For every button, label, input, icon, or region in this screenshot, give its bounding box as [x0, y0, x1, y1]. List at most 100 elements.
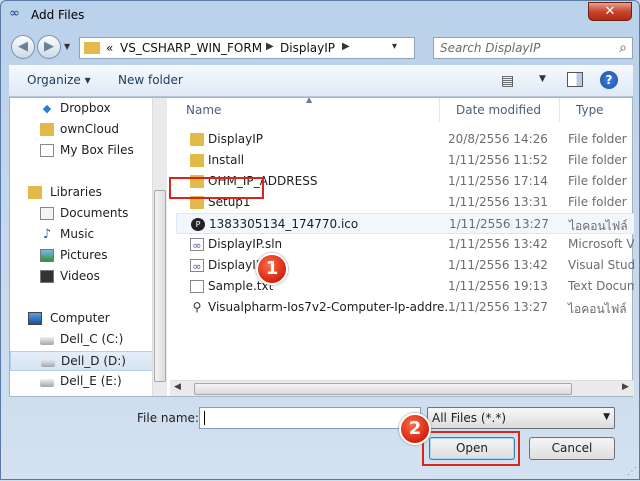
file-type-filter[interactable]: All Files (*.*) ▼: [427, 407, 615, 429]
file-type: Visual Studio: [568, 258, 634, 272]
recent-locations-dropdown[interactable]: ▼: [64, 42, 70, 51]
folder-icon: [190, 133, 204, 146]
scrollbar-thumb[interactable]: [154, 190, 166, 382]
nav-item-label: My Box Files: [60, 143, 134, 157]
back-button[interactable]: ◀: [11, 35, 35, 59]
file-name-label: File name:: [137, 411, 199, 425]
file-date: 1/11/2556 13:27: [449, 217, 549, 231]
dialog-title: Add Files: [31, 8, 85, 22]
file-date: 20/8/2556 14:26: [448, 132, 548, 146]
column-label: Name: [186, 103, 222, 117]
file-row[interactable]: Install 1/11/2556 11:52 File folder: [176, 150, 634, 171]
folder-icon: [190, 154, 204, 167]
address-separator[interactable]: ▶: [342, 41, 350, 52]
scroll-right-icon[interactable]: ▶: [622, 382, 629, 392]
nav-item-pictures[interactable]: Pictures: [10, 246, 154, 266]
search-icon[interactable]: ⌕: [619, 40, 627, 56]
preview-pane-icon[interactable]: [567, 72, 583, 87]
nav-item-drive-d[interactable]: Dell_D (D:): [10, 351, 154, 371]
change-view-icon[interactable]: ▤: [501, 73, 514, 89]
file-name: Install: [208, 153, 245, 167]
nav-item-computer[interactable]: Computer: [10, 309, 154, 329]
nav-item-drive-c[interactable]: Dell_C (C:): [10, 330, 154, 350]
nav-item-dropbox[interactable]: ◆ Dropbox: [10, 99, 154, 119]
scroll-left-icon[interactable]: ◀: [174, 382, 181, 392]
address-separator[interactable]: ▶: [266, 41, 274, 52]
file-type: File folder: [568, 195, 627, 209]
add-files-dialog: ∞ Add Files ✕ ◀ ▶ ▼ « VS_CSHARP_WIN_FORM…: [0, 0, 640, 480]
horizontal-scrollbar[interactable]: ◀ ▶: [170, 380, 634, 396]
column-header-name[interactable]: Name ▲: [170, 98, 440, 122]
documents-icon: [40, 207, 54, 220]
file-row[interactable]: ⚲ Visualpharm-Ios7v2-Computer-Ip-addre..…: [176, 297, 634, 318]
nav-item-label: ownCloud: [60, 122, 120, 136]
nav-item-drive-e[interactable]: Dell_E (E:): [10, 372, 154, 392]
view-dropdown-icon[interactable]: ▼: [539, 74, 546, 84]
search-box[interactable]: Search DisplayIP ⌕: [433, 37, 633, 59]
file-date: 1/11/2556 13:27: [448, 300, 548, 314]
resize-grip-icon[interactable]: ⋰: [627, 466, 637, 477]
file-row[interactable]: DisplayIP 20/8/2556 14:26 File folder: [176, 129, 634, 150]
nav-item-videos[interactable]: Videos: [10, 267, 154, 287]
file-name-input[interactable]: [199, 407, 421, 429]
column-header-date-modified[interactable]: Date modified: [440, 98, 560, 122]
sln-file-icon: ∞: [190, 238, 204, 252]
file-date: 1/11/2556 11:52: [448, 153, 548, 167]
nav-item-documents[interactable]: Documents: [10, 204, 154, 224]
organize-button[interactable]: Organize ▾: [27, 73, 91, 87]
address-bar[interactable]: « VS_CSHARP_WIN_FORM ▶ DisplayIP ▶ ▾ ⇆: [79, 37, 488, 59]
address-overflow[interactable]: «: [106, 41, 113, 55]
address-dropdown-icon[interactable]: ▾: [392, 41, 397, 52]
nav-item-label: Dell_D (D:): [61, 354, 126, 368]
chevron-down-icon: ▼: [603, 412, 610, 422]
drive-icon: [40, 379, 54, 387]
nav-item-my-box-files[interactable]: My Box Files: [10, 141, 154, 161]
file-type: Text Docum: [568, 279, 634, 293]
file-type: Microsoft Vis: [568, 237, 634, 251]
nav-item-music[interactable]: ♪ Music: [10, 225, 154, 245]
address-segment-current[interactable]: DisplayIP: [280, 41, 335, 55]
search-input[interactable]: Search DisplayIP: [440, 41, 540, 55]
command-toolbar: Organize ▾ New folder ▤ ▼ ?: [9, 65, 633, 97]
cancel-button[interactable]: Cancel: [529, 437, 615, 460]
file-name: DisplayIP: [208, 258, 264, 272]
nav-item-label: Dell_C (C:): [60, 332, 124, 346]
new-folder-button[interactable]: New folder: [118, 73, 183, 87]
file-date: 1/11/2556 13:42: [448, 237, 548, 251]
help-icon[interactable]: ?: [600, 71, 618, 89]
file-name: 1383305134_174770.ico: [209, 217, 359, 231]
file-date: 1/11/2556 19:13: [448, 279, 548, 293]
file-type: File folder: [568, 132, 627, 146]
file-row[interactable]: ∞ DisplayIP.sln 1/11/2556 13:42 Microsof…: [176, 234, 634, 255]
file-type: ไอคอนไฟล์: [568, 302, 627, 316]
navigation-scrollbar[interactable]: [152, 98, 167, 396]
file-type: File folder: [568, 174, 627, 188]
file-row[interactable]: ∞ DisplayIP 1/11/2556 13:42 Visual Studi…: [176, 255, 634, 276]
nav-item-label: Videos: [60, 269, 100, 283]
nav-item-label: Pictures: [60, 248, 108, 262]
file-row[interactable]: P 1383305134_174770.ico 1/11/2556 13:27 …: [176, 213, 634, 234]
scrollbar-thumb[interactable]: [194, 383, 572, 395]
title-bar[interactable]: ∞ Add Files ✕: [1, 1, 639, 31]
vs-file-icon: ∞: [190, 259, 204, 273]
nav-item-label: Documents: [60, 206, 129, 220]
address-segment-parent[interactable]: VS_CSHARP_WIN_FORM: [120, 41, 262, 55]
file-type: File folder: [568, 153, 627, 167]
drive-icon: [40, 337, 54, 345]
nav-item-libraries[interactable]: Libraries: [10, 183, 154, 203]
file-name: DisplayIP: [208, 132, 264, 146]
ico-file-icon: P: [191, 218, 205, 231]
document-icon: [40, 144, 54, 157]
column-label: Date modified: [456, 103, 542, 117]
pictures-icon: [40, 249, 54, 262]
browser-content: ◆ Dropbox ownCloud My Box Files Librarie…: [9, 97, 634, 397]
nav-item-owncloud[interactable]: ownCloud: [10, 120, 154, 140]
forward-button[interactable]: ▶: [37, 35, 61, 59]
close-button[interactable]: ✕: [588, 2, 632, 21]
file-row-sample-txt[interactable]: Sample.txt 1/11/2556 19:13 Text Docum: [176, 276, 634, 297]
nav-item-label: Dropbox: [60, 101, 111, 115]
nav-item-label: Libraries: [50, 185, 102, 199]
column-label: Type: [576, 103, 604, 117]
text-file-icon: [190, 280, 204, 293]
column-header-type[interactable]: Type: [560, 98, 634, 122]
